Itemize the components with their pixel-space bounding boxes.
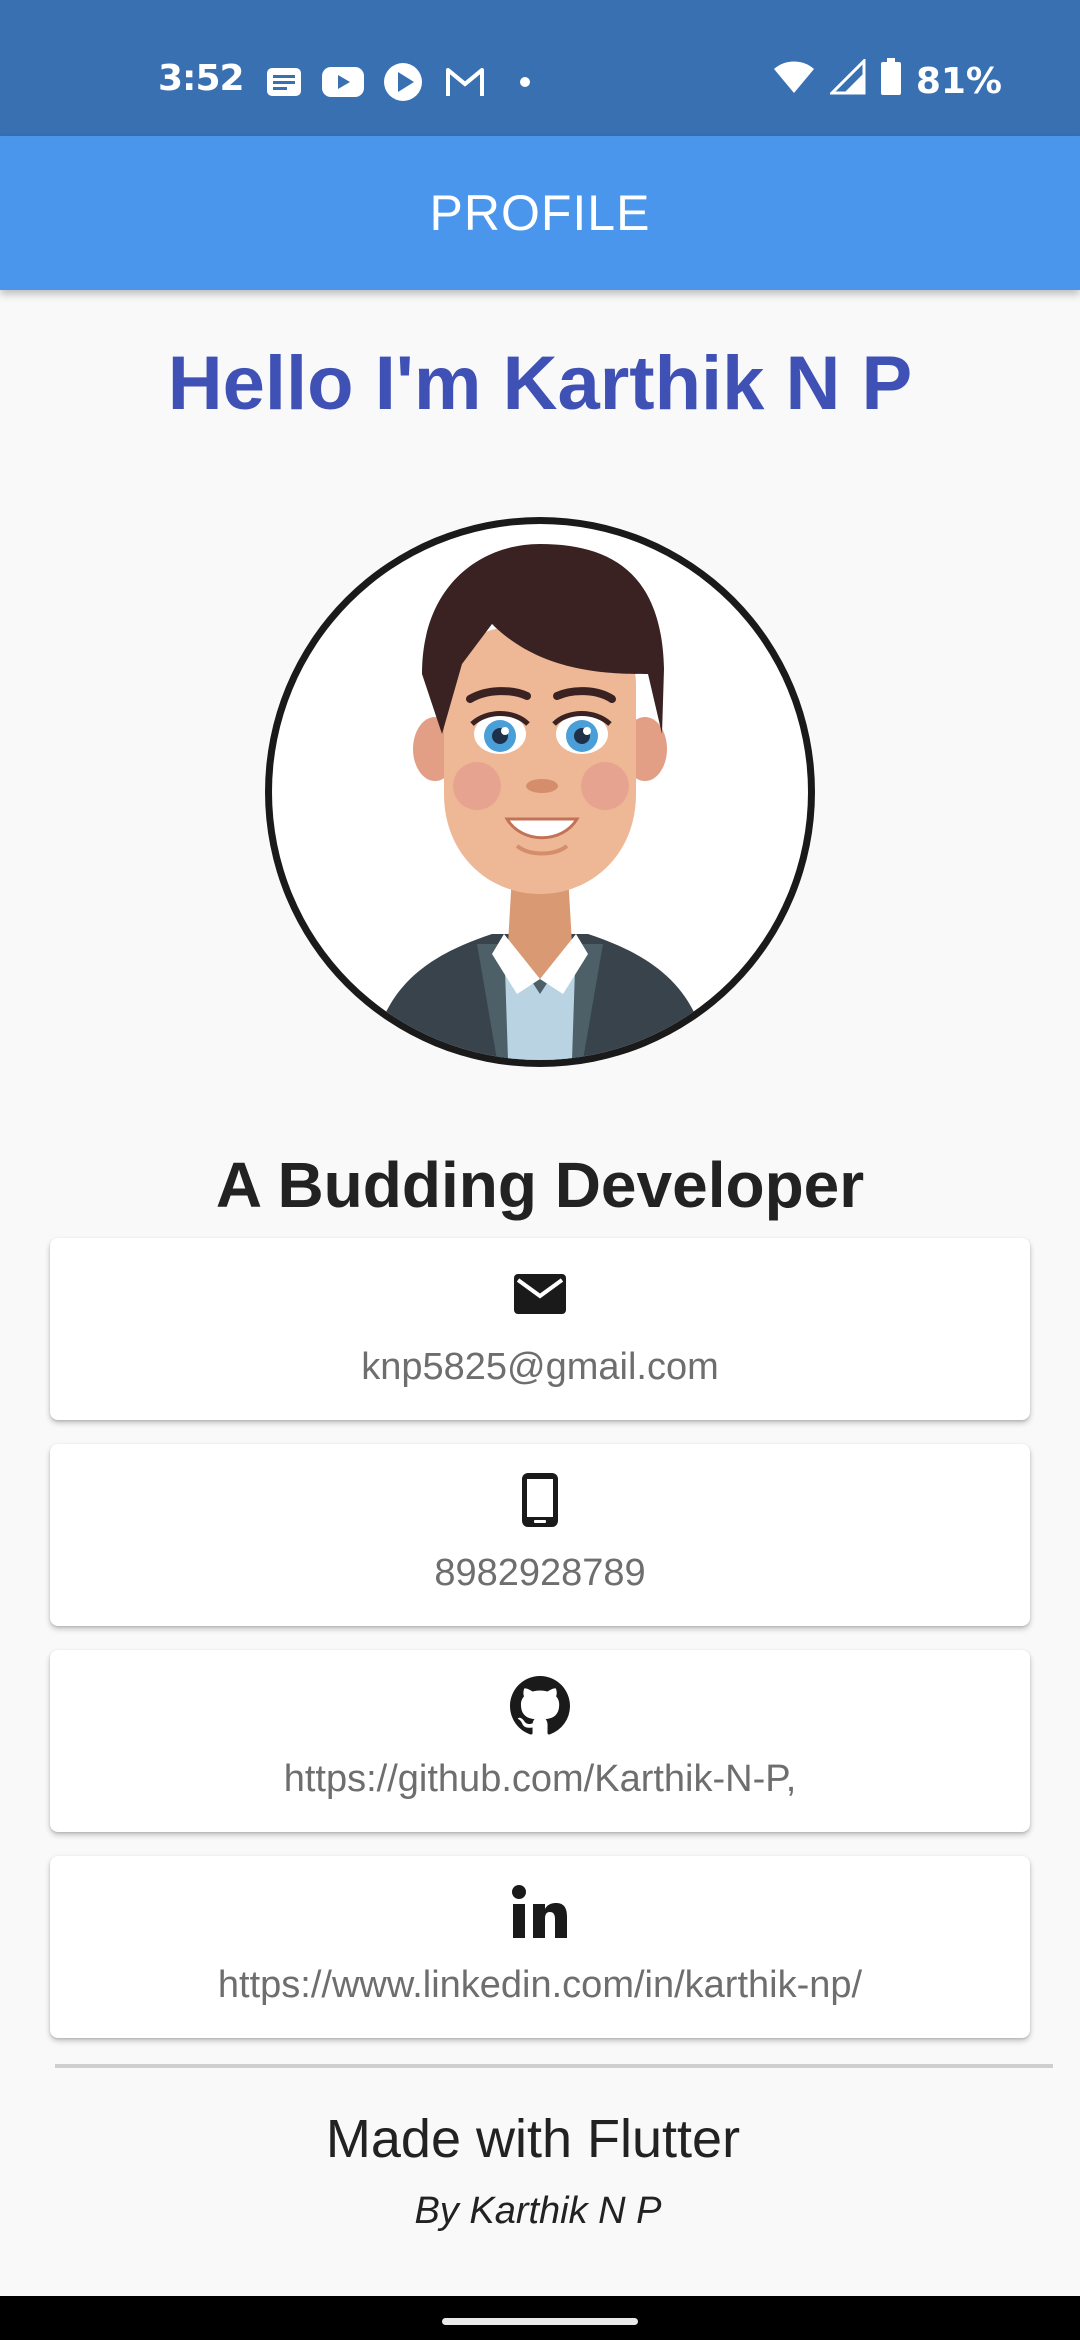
avatar xyxy=(265,517,815,1067)
footer-title: Made with Flutter xyxy=(325,2109,741,2169)
email-text: knp5825@gmail.com xyxy=(361,1346,719,1388)
news-icon xyxy=(266,62,302,102)
github-text: https://github.com/Karthik-N-P, xyxy=(283,1758,797,1800)
wifi-icon xyxy=(772,59,816,104)
mail-icon xyxy=(50,1264,1030,1324)
signal-icon xyxy=(828,57,866,104)
status-time: 3:52 xyxy=(158,58,245,99)
phone-card[interactable]: 8982928789 xyxy=(50,1444,1030,1626)
github-icon xyxy=(50,1676,1030,1736)
app-bar-title: PROFILE xyxy=(429,185,651,241)
linkedin-icon xyxy=(50,1882,1030,1942)
phone-icon xyxy=(50,1470,1030,1530)
linkedin-card[interactable]: https://www.linkedin.com/in/karthik-np/ xyxy=(50,1856,1030,2038)
linkedin-text: https://www.linkedin.com/in/karthik-np/ xyxy=(217,1964,863,2006)
greeting-heading: Hello I'm Karthik N P xyxy=(167,341,913,426)
system-status: 81% xyxy=(772,57,1002,105)
battery-icon xyxy=(880,58,902,105)
dot-icon xyxy=(519,62,531,102)
play-icon xyxy=(383,62,423,102)
profile-screen: 3:52 81% PROFILE Hello I'm Karthik N P A… xyxy=(0,0,1080,2340)
github-card[interactable]: https://github.com/Karthik-N-P, xyxy=(50,1650,1030,1832)
cartoon-avatar-image xyxy=(272,524,808,1060)
footer-author: By Karthik N P xyxy=(414,2190,662,2232)
status-bar: 3:52 81% xyxy=(0,0,1080,136)
email-card[interactable]: knp5825@gmail.com xyxy=(50,1238,1030,1420)
divider xyxy=(55,2064,1053,2068)
home-gesture-handle[interactable] xyxy=(442,2318,638,2325)
app-bar: PROFILE xyxy=(0,136,1080,290)
gmail-icon xyxy=(445,62,485,102)
youtube-icon xyxy=(321,62,365,102)
tagline: A Budding Developer xyxy=(215,1149,865,1221)
battery-percent: 81% xyxy=(915,61,1002,102)
phone-text: 8982928789 xyxy=(434,1552,646,1594)
